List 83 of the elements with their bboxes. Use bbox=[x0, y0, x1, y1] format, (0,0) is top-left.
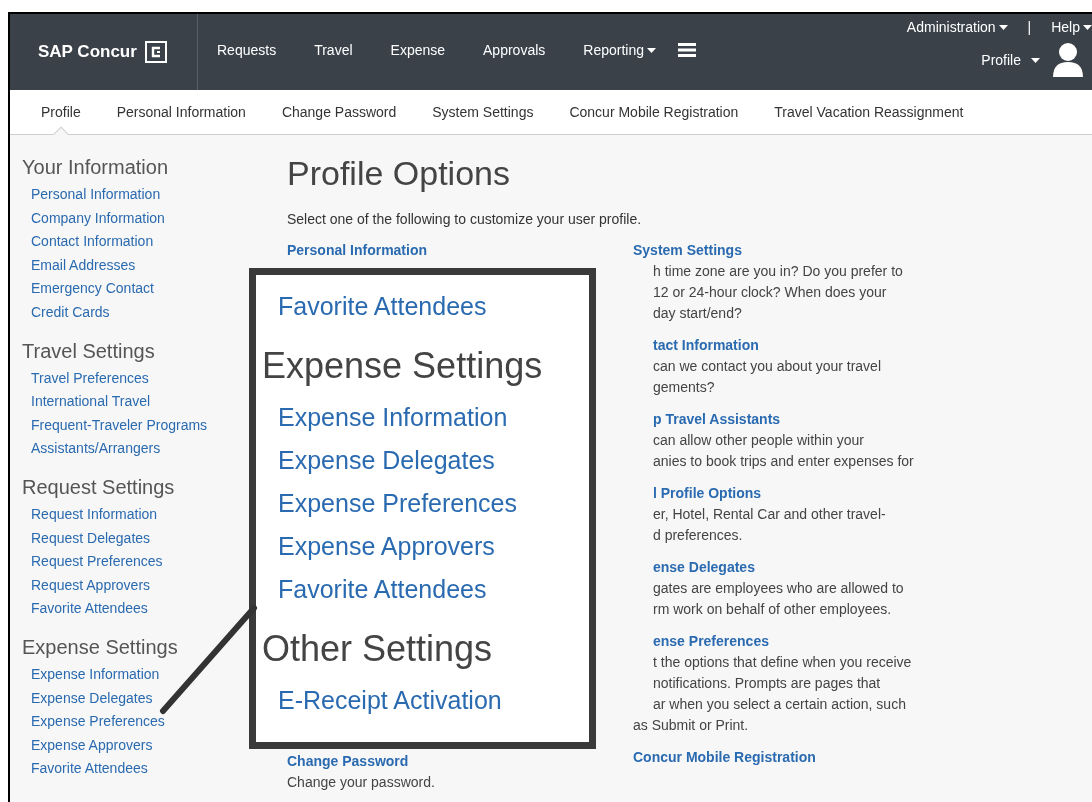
tab[interactable]: Concur Mobile Registration bbox=[569, 90, 739, 134]
sidebar-link[interactable]: Request Approvers bbox=[22, 573, 151, 598]
section-heading: Expense Settings bbox=[22, 634, 178, 660]
callout-link[interactable]: E-Receipt Activation bbox=[278, 679, 502, 722]
sidebar-link[interactable]: Company Information bbox=[22, 206, 165, 231]
option-description: can we contact you about your travel bbox=[653, 357, 882, 376]
sidebar-link[interactable]: Favorite Attendees bbox=[22, 757, 148, 781]
section-heading: Request Settings bbox=[22, 474, 175, 500]
sidebar-link[interactable]: Expense Information bbox=[22, 662, 160, 687]
nav-link[interactable]: Travel bbox=[314, 39, 353, 61]
sidebar-link[interactable]: Email Addresses bbox=[22, 253, 136, 278]
option-description: h time zone are you in? Do you prefer to bbox=[653, 262, 903, 281]
callout-heading: Other Settings bbox=[262, 627, 493, 671]
nav-link[interactable]: Requests bbox=[217, 39, 277, 61]
option-description: Change your password. bbox=[287, 773, 435, 792]
menu-icon[interactable] bbox=[678, 43, 696, 57]
callout-link[interactable]: Expense Preferences bbox=[278, 482, 518, 525]
sidebar-link[interactable]: Request Delegates bbox=[22, 526, 151, 551]
nav-link[interactable]: Expense bbox=[390, 39, 446, 61]
option-description: gates are employees who are allowed to bbox=[653, 579, 904, 598]
sidebar-link[interactable]: Favorite Attendees bbox=[22, 597, 148, 621]
option-link[interactable]: Change Password bbox=[287, 751, 409, 772]
tab[interactable]: Travel Vacation Reassignment bbox=[774, 90, 964, 134]
option-description: as Submit or Print. bbox=[633, 716, 749, 735]
option-description: anies to book trips and enter expenses for bbox=[653, 452, 914, 471]
callout-link[interactable]: Expense Approvers bbox=[278, 525, 495, 568]
caret-icon bbox=[998, 25, 1008, 30]
sidebar-link[interactable]: Emergency Contact bbox=[22, 277, 154, 301]
option-link[interactable]: System Settings bbox=[633, 240, 742, 261]
option-link[interactable]: Concur Mobile Registration bbox=[633, 747, 816, 768]
utility-link[interactable]: Administration bbox=[906, 17, 1008, 38]
nav-link[interactable]: Approvals bbox=[483, 39, 546, 61]
nav-link[interactable]: Reporting bbox=[583, 39, 656, 61]
tab[interactable]: Profile bbox=[33, 90, 89, 134]
tab[interactable]: Personal Information bbox=[116, 90, 246, 134]
sidebar-link[interactable]: Request Preferences bbox=[22, 550, 163, 574]
sidebar-link[interactable]: International Travel bbox=[22, 390, 151, 414]
option-link[interactable]: l Profile Options bbox=[653, 483, 762, 504]
tab[interactable]: System Settings bbox=[432, 90, 534, 134]
option-description: d preferences. bbox=[653, 526, 743, 545]
option-link[interactable]: ense Delegates bbox=[653, 557, 755, 578]
logo-text[interactable]: SAP Concur bbox=[38, 39, 137, 65]
option-description: gements? bbox=[653, 378, 715, 397]
sidebar-link[interactable]: Assistants/Arrangers bbox=[22, 437, 161, 461]
sidebar-link[interactable]: Expense Approvers bbox=[22, 733, 153, 758]
option-link[interactable]: Personal Information bbox=[287, 240, 428, 261]
separator-text: | bbox=[1026, 18, 1033, 37]
sidebar-link[interactable]: Contact Information bbox=[22, 230, 154, 254]
intro-text: Select one of the following to customize your user profile. bbox=[287, 210, 643, 229]
sidebar-link[interactable]: Expense Preferences bbox=[22, 710, 165, 734]
sidebar-link[interactable]: Frequent-Traveler Programs bbox=[22, 413, 208, 438]
option-description: 12 or 24-hour clock? When does your bbox=[653, 283, 887, 302]
caret-icon bbox=[647, 47, 656, 53]
tab[interactable]: Change Password bbox=[281, 90, 397, 134]
page-title: Profile Options bbox=[287, 153, 511, 194]
option-description: t the options that define when you receive bbox=[653, 653, 912, 672]
callout-link[interactable]: Expense Information bbox=[278, 396, 508, 439]
option-description: ar when you select a certain action, such bbox=[653, 695, 906, 714]
user-avatar-icon[interactable] bbox=[1052, 42, 1084, 78]
sidebar-link[interactable]: Personal Information bbox=[22, 183, 161, 207]
profile-menu[interactable]: Profile bbox=[981, 49, 1040, 71]
callout-heading: Expense Settings bbox=[262, 344, 543, 388]
section-heading: Your Information bbox=[22, 155, 168, 180]
callout-link[interactable]: Expense Delegates bbox=[278, 439, 495, 482]
logo-icon bbox=[144, 41, 167, 63]
option-description: rm work on behalf of other employees. bbox=[653, 600, 892, 619]
option-link[interactable]: p Travel Assistants bbox=[653, 409, 781, 430]
option-link[interactable]: ense Preferences bbox=[653, 631, 769, 652]
callout-link[interactable]: Favorite Attendees bbox=[278, 285, 487, 328]
option-description: notifications. Prompts are pages that bbox=[653, 674, 881, 693]
option-link[interactable]: tact Information bbox=[653, 335, 759, 356]
option-description: day start/end? bbox=[653, 304, 742, 323]
option-description: can allow other people within your bbox=[653, 431, 864, 450]
section-heading: Travel Settings bbox=[22, 338, 155, 364]
option-description: er, Hotel, Rental Car and other travel- bbox=[653, 505, 886, 524]
sidebar-link[interactable]: Expense Delegates bbox=[22, 686, 153, 711]
callout-link[interactable]: Favorite Attendees bbox=[278, 568, 487, 611]
caret-icon bbox=[1031, 57, 1040, 63]
sidebar-link[interactable]: Travel Preferences bbox=[22, 366, 149, 391]
caret-icon bbox=[1083, 25, 1092, 30]
sidebar-link[interactable]: Credit Cards bbox=[22, 300, 110, 325]
sidebar-link[interactable]: Request Information bbox=[22, 502, 158, 527]
utility-link[interactable]: Help bbox=[1051, 17, 1092, 38]
